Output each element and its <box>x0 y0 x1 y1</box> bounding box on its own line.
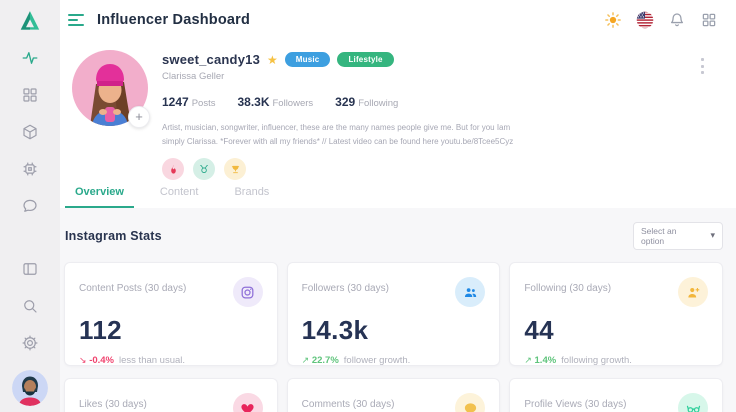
person-plus-icon <box>678 277 708 307</box>
profile-tabs: Overview Content Brands <box>60 180 736 208</box>
search-icon[interactable] <box>20 296 40 316</box>
heart-icon <box>233 393 263 412</box>
sidebar-item-dashboard[interactable] <box>20 85 40 105</box>
stat-posts: 1247Posts <box>162 93 215 111</box>
delta-up: ↗ 1.4% <box>524 355 556 366</box>
card-likes: Likes (30 days) <box>64 378 278 412</box>
sidebar <box>0 0 60 412</box>
profile-fullname: Clarissa Geller <box>162 71 514 82</box>
instagram-stats-section: Instagram Stats Select an option ▾ Conte… <box>60 208 736 412</box>
sidebar-item-messages[interactable] <box>20 196 40 216</box>
menu-toggle-icon[interactable] <box>68 14 84 26</box>
chevron-down-icon: ▾ <box>710 231 715 241</box>
glasses-icon <box>678 393 708 412</box>
taurus-badge-icon[interactable]: ♉ <box>193 158 215 180</box>
main-area: Influencer Dashboard + <box>60 0 736 412</box>
user-avatar[interactable] <box>12 370 48 406</box>
period-select-dropdown[interactable]: Select an option ▾ <box>633 222 723 250</box>
language-flag-icon[interactable] <box>636 11 654 29</box>
comment-icon <box>455 393 485 412</box>
profile-bio: Artist, musician, songwriter, influencer… <box>162 121 514 148</box>
page-title: Influencer Dashboard <box>97 12 250 28</box>
instagram-icon <box>233 277 263 307</box>
profile-avatar: + <box>72 50 148 126</box>
star-icon: ★ <box>267 54 278 66</box>
app-logo-icon[interactable] <box>17 8 43 34</box>
delta-up: ↗ 22.7% <box>302 355 339 366</box>
fire-badge-icon[interactable] <box>162 158 184 180</box>
card-value: 14.3k <box>302 315 486 346</box>
card-comments: Comments (30 days) <box>287 378 501 412</box>
top-bar: Influencer Dashboard <box>60 0 736 40</box>
card-content-posts: Content Posts (30 days) 112 ↘ -0.4% less… <box>64 262 278 366</box>
arrow-down-icon: ↘ <box>79 356 87 366</box>
trophy-badge-icon[interactable] <box>224 158 246 180</box>
stat-following: 329Following <box>335 93 398 111</box>
apps-grid-icon[interactable] <box>700 11 718 29</box>
tab-overview[interactable]: Overview <box>65 180 134 208</box>
profile-stats: 1247Posts 38.3KFollowers 329Following <box>162 93 514 111</box>
tab-brands[interactable]: Brands <box>224 180 279 208</box>
arrow-up-icon: ↗ <box>524 356 532 366</box>
card-value: 44 <box>524 315 708 346</box>
section-title: Instagram Stats <box>64 229 162 243</box>
tag-lifestyle[interactable]: Lifestyle <box>337 52 393 67</box>
add-story-button[interactable]: + <box>128 106 150 128</box>
sidebar-item-packages[interactable] <box>20 122 40 142</box>
followers-group-icon <box>455 277 485 307</box>
tab-content[interactable]: Content <box>150 180 209 208</box>
card-followers: Followers (30 days) 14.3k ↗ 22.7% follow… <box>287 262 501 366</box>
card-following: Following (30 days) 44 ↗ 1.4% following … <box>509 262 723 366</box>
stat-followers: 38.3KFollowers <box>237 93 313 111</box>
arrow-up-icon: ↗ <box>302 356 310 366</box>
card-profile-views: Profile Views (30 days) <box>509 378 723 412</box>
delta-down: ↘ -0.4% <box>79 355 114 366</box>
stats-cards-row-1: Content Posts (30 days) 112 ↘ -0.4% less… <box>64 262 723 366</box>
app-window: Influencer Dashboard + <box>0 0 736 412</box>
stats-cards-row-2: Likes (30 days) Comments (30 days) <box>64 378 723 412</box>
header-actions <box>604 11 718 29</box>
profile-header: + sweet_candy13 ★ Music Lifestyle Claris… <box>60 40 736 180</box>
profile-info: sweet_candy13 ★ Music Lifestyle Clarissa… <box>162 50 514 180</box>
sidebar-item-panels[interactable] <box>20 259 40 279</box>
theme-sun-icon[interactable] <box>604 11 622 29</box>
card-value: 112 <box>79 315 263 346</box>
sidebar-item-activity[interactable] <box>20 48 40 68</box>
profile-username: sweet_candy13 <box>162 52 260 67</box>
achievement-badges: ♉ <box>162 158 514 180</box>
settings-gear-icon[interactable] <box>20 333 40 353</box>
tag-music[interactable]: Music <box>285 52 331 67</box>
sidebar-item-system[interactable] <box>20 159 40 179</box>
notifications-bell-icon[interactable] <box>668 11 686 29</box>
profile-menu-kebab-icon[interactable] <box>699 56 706 76</box>
